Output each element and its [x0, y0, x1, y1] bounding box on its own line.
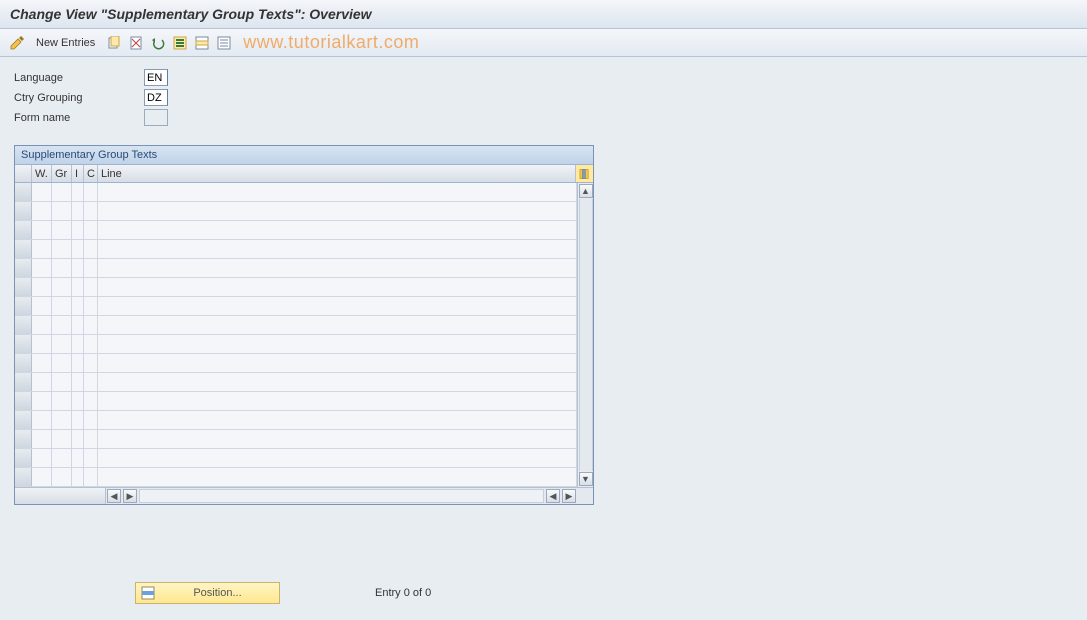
delete-icon[interactable]	[127, 34, 145, 52]
header-form: Language Ctry Grouping Form name	[0, 57, 1087, 135]
table-header: W. Gr I C Line	[15, 165, 593, 183]
footer: Position... Entry 0 of 0	[0, 582, 1087, 604]
entry-count-text: Entry 0 of 0	[375, 587, 431, 599]
toolbar: New Entries www.tutorialkart.com	[0, 29, 1087, 57]
column-line[interactable]: Line	[98, 165, 576, 182]
form-name-field[interactable]	[144, 109, 168, 126]
table-row[interactable]	[15, 316, 577, 335]
table-row[interactable]	[15, 449, 577, 468]
scroll-left-icon[interactable]: ◀	[107, 489, 121, 503]
table-row[interactable]	[15, 468, 577, 487]
language-field[interactable]	[144, 69, 168, 86]
table-rows	[15, 183, 577, 487]
scroll-down-icon[interactable]: ▼	[579, 472, 593, 486]
table-row[interactable]	[15, 278, 577, 297]
column-gr[interactable]: Gr	[52, 165, 72, 182]
deselect-all-icon[interactable]	[215, 34, 233, 52]
scroll-left-step-icon[interactable]: ◀	[546, 489, 560, 503]
table-row[interactable]	[15, 202, 577, 221]
column-select[interactable]	[15, 165, 32, 182]
page-title: Change View "Supplementary Group Texts":…	[0, 0, 1087, 29]
table-row[interactable]	[15, 183, 577, 202]
select-block-icon[interactable]	[193, 34, 211, 52]
table-row[interactable]	[15, 411, 577, 430]
change-icon[interactable]	[8, 34, 26, 52]
column-i[interactable]: I	[72, 165, 84, 182]
ctry-grouping-field[interactable]	[144, 89, 168, 106]
new-entries-button[interactable]: New Entries	[30, 37, 101, 49]
table-container: Supplementary Group Texts W. Gr I C Line	[14, 145, 594, 505]
table-row[interactable]	[15, 392, 577, 411]
table-row[interactable]	[15, 221, 577, 240]
table-row[interactable]	[15, 259, 577, 278]
scroll-right-icon[interactable]: ▶	[562, 489, 576, 503]
table-row[interactable]	[15, 335, 577, 354]
table-row[interactable]	[15, 297, 577, 316]
ctry-grouping-label: Ctry Grouping	[14, 92, 144, 104]
scroll-up-icon[interactable]: ▲	[579, 184, 593, 198]
undo-icon[interactable]	[149, 34, 167, 52]
position-button[interactable]: Position...	[135, 582, 280, 604]
copy-icon[interactable]	[105, 34, 123, 52]
form-name-label: Form name	[14, 112, 144, 124]
table-row[interactable]	[15, 354, 577, 373]
column-w[interactable]: W.	[32, 165, 52, 182]
table-title: Supplementary Group Texts	[15, 146, 593, 165]
select-all-icon[interactable]	[171, 34, 189, 52]
position-label: Position...	[161, 587, 274, 599]
position-icon	[141, 586, 155, 600]
scroll-right-step-icon[interactable]: ▶	[123, 489, 137, 503]
table-row[interactable]	[15, 373, 577, 392]
table-row[interactable]	[15, 430, 577, 449]
configure-columns-icon[interactable]	[576, 165, 593, 182]
table-row[interactable]	[15, 240, 577, 259]
vertical-scrollbar[interactable]: ▲ ▼	[577, 183, 593, 487]
column-c[interactable]: C	[84, 165, 98, 182]
watermark-text: www.tutorialkart.com	[243, 32, 419, 53]
horizontal-scrollbar[interactable]: ◀ ▶ ◀ ▶	[15, 487, 593, 504]
language-label: Language	[14, 72, 144, 84]
